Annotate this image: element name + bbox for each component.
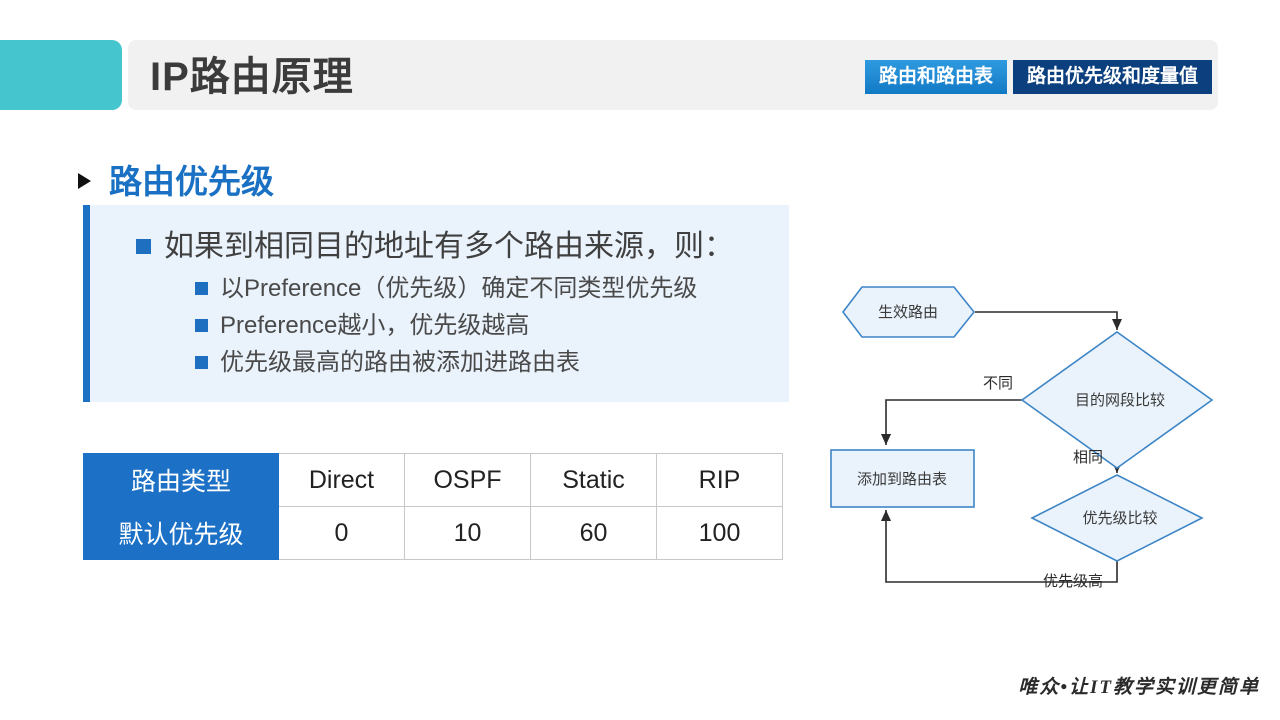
tab-routing-and-table[interactable]: 路由和路由表 [864,60,1007,94]
table-cell: Direct [278,453,405,507]
section-title: 路由优先级 [109,163,274,200]
table-cell: Static [530,453,657,507]
lead-bullet: 如果到相同目的地址有多个路由来源，则： [136,229,734,265]
flow-node-start-label: 生效路由 [878,304,938,321]
page-title: IP路由原理 [150,55,354,99]
table-row: 路由类型 Direct OSPF Static RIP [83,453,783,507]
table-row: 默认优先级 0 10 60 100 [83,506,783,560]
flow-node-decision1-label: 目的网段比较 [1075,391,1165,409]
table-cell: RIP [656,453,783,507]
sub-bullet-list: 以Preference（优先级）确定不同类型优先级 Preference越小，优… [195,273,697,384]
edge-decision1-to-action [880,399,1052,445]
table-cell: 100 [656,506,783,560]
table-cell: 0 [278,506,405,560]
sub-bullet-text: 以Preference（优先级）确定不同类型优先级 [220,275,698,302]
header-accent-block [0,40,122,110]
header-tabs: 路由和路由表 路由优先级和度量值 [864,60,1212,94]
tab-priority-and-metric[interactable]: 路由优先级和度量值 [1012,60,1212,94]
section-heading: 路由优先级 [78,155,274,203]
flow-edge-label-different: 不同 [983,375,1013,392]
sub-bullet-text: Preference越小，优先级越高 [220,312,530,339]
content-callout-box: 如果到相同目的地址有多个路由来源，则： 以Preference（优先级）确定不同… [83,205,789,402]
lead-bullet-text: 如果到相同目的地址有多个路由来源，则： [164,230,734,263]
sub-bullet-text: 优先级最高的路由被添加进路由表 [220,349,580,376]
table-cell: 60 [530,506,657,560]
square-bullet-icon [195,319,208,332]
table-row-header: 默认优先级 [83,506,279,560]
table-cell: OSPF [404,453,531,507]
list-item: Preference越小，优先级越高 [195,310,697,342]
table-row-header: 路由类型 [83,453,279,507]
route-decision-flowchart: 生效路由 目的网段比较 优先级比较 添加到路由表 不同 相同 优先级高 [820,270,1240,610]
footer-slogan: 唯众•让IT教学实训更简单 [1018,677,1260,698]
square-bullet-icon [195,282,208,295]
edge-start-to-decision1 [975,311,1123,330]
table-cell: 10 [404,506,531,560]
route-priority-table: 路由类型 Direct OSPF Static RIP 默认优先级 0 10 6… [83,453,783,560]
list-item: 优先级最高的路由被添加进路由表 [195,347,697,379]
flow-edge-label-same: 相同 [1073,449,1103,466]
flow-node-decision2-label: 优先级比较 [1082,509,1157,527]
square-bullet-icon [136,239,151,254]
flow-node-action-label: 添加到路由表 [857,471,947,488]
flow-edge-label-higher-priority: 优先级高 [1043,573,1103,590]
list-item: 以Preference（优先级）确定不同类型优先级 [195,273,697,305]
triangle-right-icon [78,172,91,189]
square-bullet-icon [195,356,208,369]
